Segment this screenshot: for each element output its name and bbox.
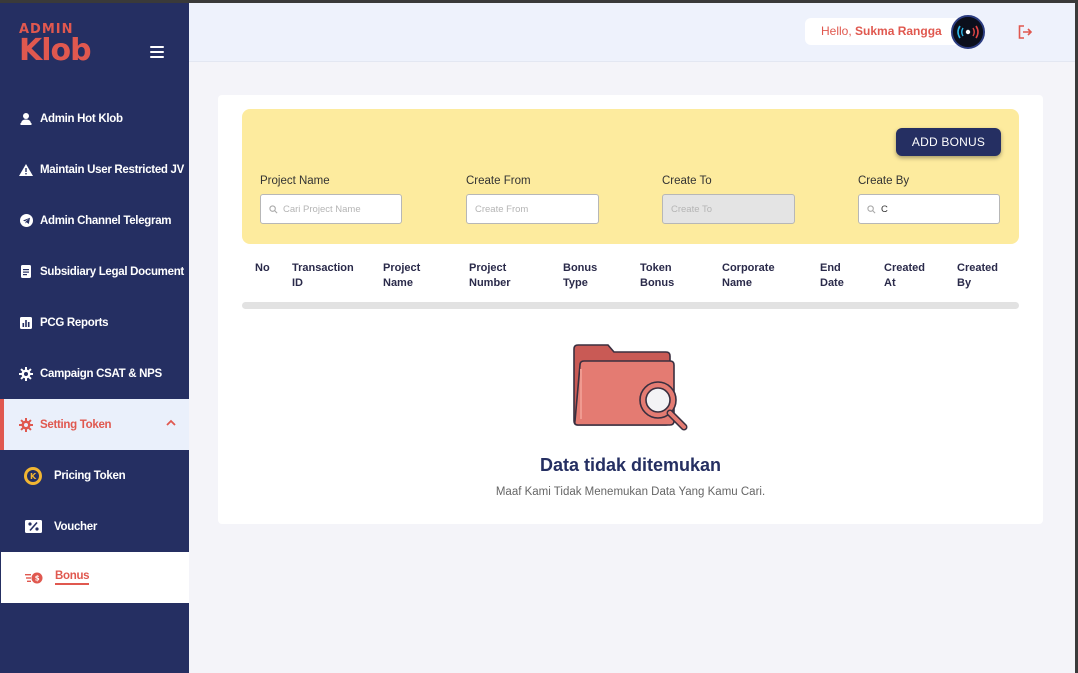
greeting-prefix: Hello, (821, 24, 856, 38)
token-coin-icon: K (24, 466, 42, 485)
chevron-up-icon[interactable] (166, 417, 176, 429)
project-name-field[interactable] (260, 194, 402, 224)
sidebar-item-label: Setting Token (40, 418, 112, 431)
empty-folder-search-icon (572, 343, 690, 431)
bar-chart-icon (19, 316, 33, 330)
project-name-input[interactable] (283, 203, 401, 215)
bonus-card: ADD BONUS Project Name Create From Creat… (218, 95, 1043, 524)
sidebar-subitem-voucher[interactable]: Voucher (0, 501, 189, 552)
field-label: Create From (466, 175, 531, 187)
menu-toggle-icon[interactable] (150, 46, 164, 58)
sidebar-item-label: Admin Hot Klob (40, 112, 123, 125)
user-badge-icon (19, 112, 33, 126)
col-corporate-name: Corporate Name (722, 262, 775, 289)
user-greeting: Hello, Sukma Rangga (805, 18, 967, 45)
create-to-field (662, 194, 795, 224)
col-project-name: Project Name (383, 262, 421, 289)
sidebar-item-label: Maintain User Restricted JV (40, 163, 185, 176)
sidebar-subitem-label: Voucher (54, 520, 98, 533)
sidebar-item-label: PCG Reports (40, 316, 109, 329)
search-icon (269, 204, 278, 213)
col-created-at: Created At (884, 262, 925, 289)
sidebar-item-maintain-user-restricted-jv[interactable]: Maintain User Restricted JV (0, 144, 189, 195)
col-bonus-type: Bonus Type (563, 262, 598, 289)
create-by-input[interactable] (881, 203, 999, 215)
sidebar-item-pcg-reports[interactable]: PCG Reports (0, 297, 189, 348)
sidebar-item-subsidiary-legal-document[interactable]: Subsidiary Legal Document (0, 246, 189, 297)
empty-state-subtitle: Maaf Kami Tidak Menemukan Data Yang Kamu… (495, 486, 766, 498)
sidebar-item-label: Campaign CSAT & NPS (40, 367, 162, 380)
col-transaction-id: Transaction ID (292, 262, 354, 289)
sidebar-item-label: Subsidiary Legal Document (40, 265, 184, 278)
search-icon (867, 204, 876, 213)
user-name: Sukma Rangga (855, 24, 942, 38)
field-label: Project Name (260, 175, 330, 187)
create-by-field[interactable] (858, 194, 1000, 224)
create-to-input (671, 203, 794, 215)
col-end-date: End Date (820, 262, 844, 289)
field-label: Create To (662, 175, 712, 187)
filter-panel: ADD BONUS Project Name Create From Creat… (242, 109, 1019, 244)
sidebar-item-admin-channel-telegram[interactable]: Admin Channel Telegram (0, 195, 189, 246)
table-header: No Transaction ID Project Name Project Numb… (242, 261, 1019, 305)
create-from-filter: Create From (466, 175, 599, 224)
sidebar-subitem-label: Bonus (55, 570, 90, 585)
document-icon (19, 265, 33, 279)
window-top-border (0, 0, 1078, 3)
sidebar-item-admin-hot-klob[interactable]: Admin Hot Klob (0, 93, 189, 144)
avatar[interactable] (951, 15, 985, 49)
field-label: Create By (858, 175, 910, 187)
create-to-filter: Create To (662, 175, 795, 224)
sidebar-subitem-pricing-token[interactable]: K Pricing Token (0, 450, 189, 501)
bonus-icon: $ (25, 569, 43, 587)
gear-icon (19, 417, 33, 432)
col-token-bonus: Token Bonus (640, 262, 675, 289)
create-by-filter: Create By (858, 175, 1000, 224)
project-name-filter: Project Name (260, 175, 402, 224)
empty-state-title: Data tidak ditemukan (539, 455, 722, 475)
voucher-icon (24, 518, 42, 536)
sidebar-subitem-label: Pricing Token (54, 469, 126, 482)
top-header: Hello, Sukma Rangga (189, 3, 1075, 62)
gear-icon (19, 366, 33, 381)
app-logo[interactable]: ADMIN Klob (19, 23, 92, 68)
sidebar-subitem-bonus[interactable]: $ Bonus (1, 552, 189, 603)
add-bonus-button[interactable]: ADD BONUS (896, 128, 1001, 156)
create-from-input[interactable] (475, 203, 598, 215)
col-created-by: Created By (957, 262, 998, 289)
sidebar-item-campaign-csat-nps[interactable]: Campaign CSAT & NPS (0, 348, 189, 399)
sidebar-item-setting-token[interactable]: Setting Token (0, 399, 189, 450)
sidebar: ADMIN Klob Admin Hot Klob Maintain User … (0, 3, 189, 673)
svg-text:$: $ (35, 574, 40, 582)
create-from-field[interactable] (466, 194, 599, 224)
sidebar-item-label: Admin Channel Telegram (40, 214, 172, 227)
logout-icon[interactable] (1017, 24, 1033, 40)
telegram-icon (19, 214, 33, 228)
col-no: No (255, 262, 270, 274)
table-horizontal-scrollbar[interactable] (242, 302, 1019, 309)
warning-icon (19, 163, 33, 177)
logo-klob-text: Klob (19, 33, 92, 68)
col-project-number: Project Number (469, 262, 511, 289)
sidebar-nav: Admin Hot Klob Maintain User Restricted … (0, 93, 189, 603)
